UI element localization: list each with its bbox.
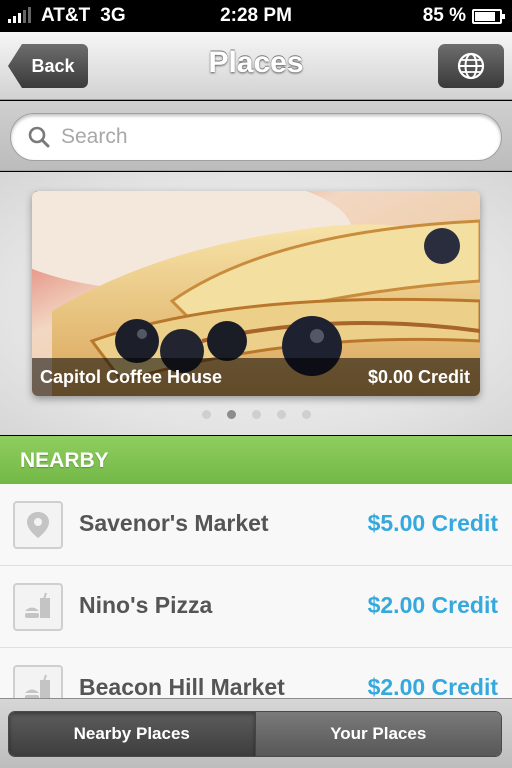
place-name: Nino's Pizza	[79, 592, 213, 618]
page-indicator[interactable]	[0, 410, 512, 419]
search-field[interactable]	[10, 113, 502, 161]
search-bar	[0, 101, 512, 171]
place-credit: $5.00 Credit	[367, 510, 498, 536]
tab-label: Your Places	[330, 724, 427, 743]
page-dot	[201, 410, 211, 419]
place-name: Beacon Hill Market	[79, 674, 285, 698]
list-item[interactable]: Savenor's Market $5.00 Credit	[0, 484, 512, 566]
battery-percent: 85 %	[422, 5, 466, 26]
list-item[interactable]: Beacon Hill Market $2.00 Credit	[0, 648, 512, 698]
tab-nearby-places[interactable]: Nearby Places	[9, 712, 255, 756]
place-credit: $2.00 Credit	[367, 592, 498, 618]
battery-icon	[472, 8, 505, 24]
featured-carousel: Capitol Coffee House $0.00 Credit	[0, 172, 512, 435]
page-dot	[301, 410, 311, 419]
page-title: Places	[208, 46, 304, 79]
tab-label: Nearby Places	[73, 724, 190, 743]
page-dot	[251, 410, 261, 419]
featured-place-card[interactable]: Capitol Coffee House $0.00 Credit	[32, 191, 480, 396]
bottom-tab-bar: Nearby Places Your Places	[0, 698, 512, 768]
featured-place-name: Capitol Coffee House	[40, 367, 223, 387]
tab-your-places[interactable]: Your Places	[254, 712, 501, 756]
globe-icon	[457, 52, 485, 80]
page-dot-active	[226, 410, 236, 419]
list-item[interactable]: Nino's Pizza $2.00 Credit	[0, 566, 512, 648]
place-credit: $2.00 Credit	[367, 674, 498, 698]
nearby-list: Savenor's Market $5.00 Credit Nino's Piz…	[0, 484, 512, 698]
place-name: Savenor's Market	[79, 510, 269, 536]
search-input[interactable]	[61, 125, 501, 149]
location-pin-icon	[13, 501, 63, 549]
fast-food-icon	[13, 583, 63, 631]
nearby-section-header: NEARBY	[0, 436, 512, 484]
featured-caption: Capitol Coffee House $0.00 Credit	[32, 358, 480, 396]
status-bar: AT&T 3G 2:28 PM 85 %	[0, 0, 512, 32]
segmented-control: Nearby Places Your Places	[8, 711, 502, 757]
fast-food-icon	[13, 665, 63, 698]
featured-place-credit: $0.00 Credit	[367, 367, 470, 387]
globe-button[interactable]	[438, 44, 504, 88]
navigation-bar: Back Places	[0, 32, 512, 100]
search-icon	[28, 126, 50, 148]
page-dot	[276, 410, 286, 419]
